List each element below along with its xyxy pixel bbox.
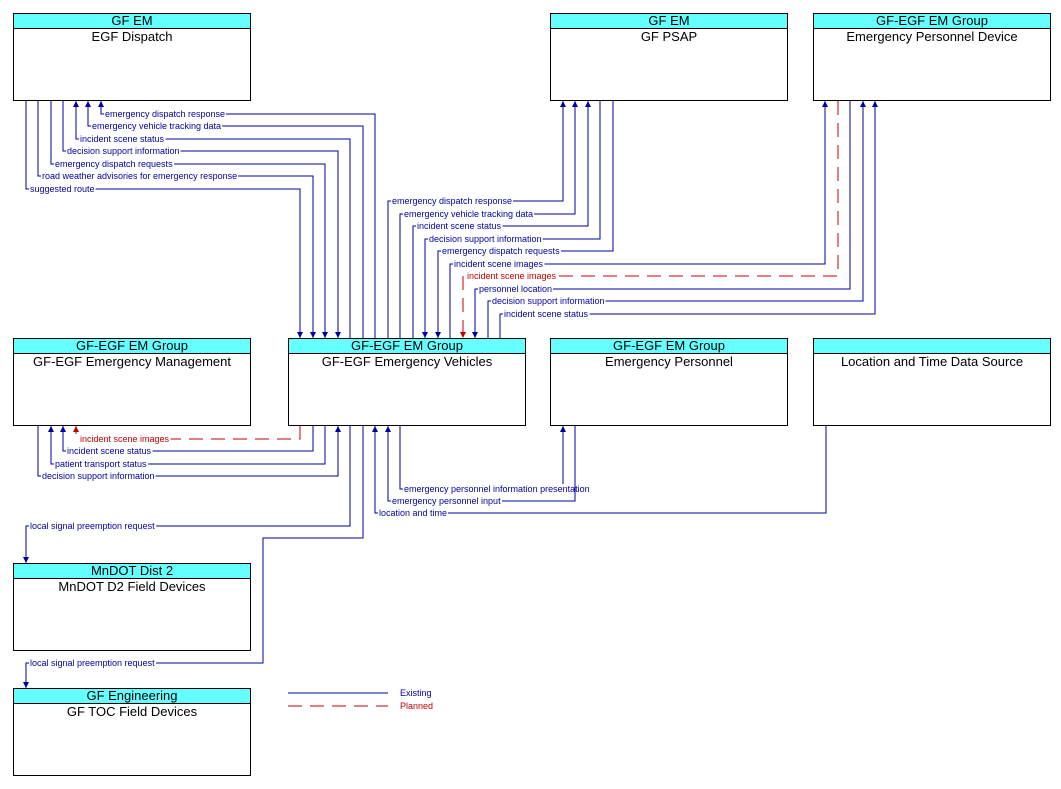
legend-planned-label: Planned [400,701,434,711]
legend-existing-label: Existing [400,688,432,698]
legend [288,692,388,707]
